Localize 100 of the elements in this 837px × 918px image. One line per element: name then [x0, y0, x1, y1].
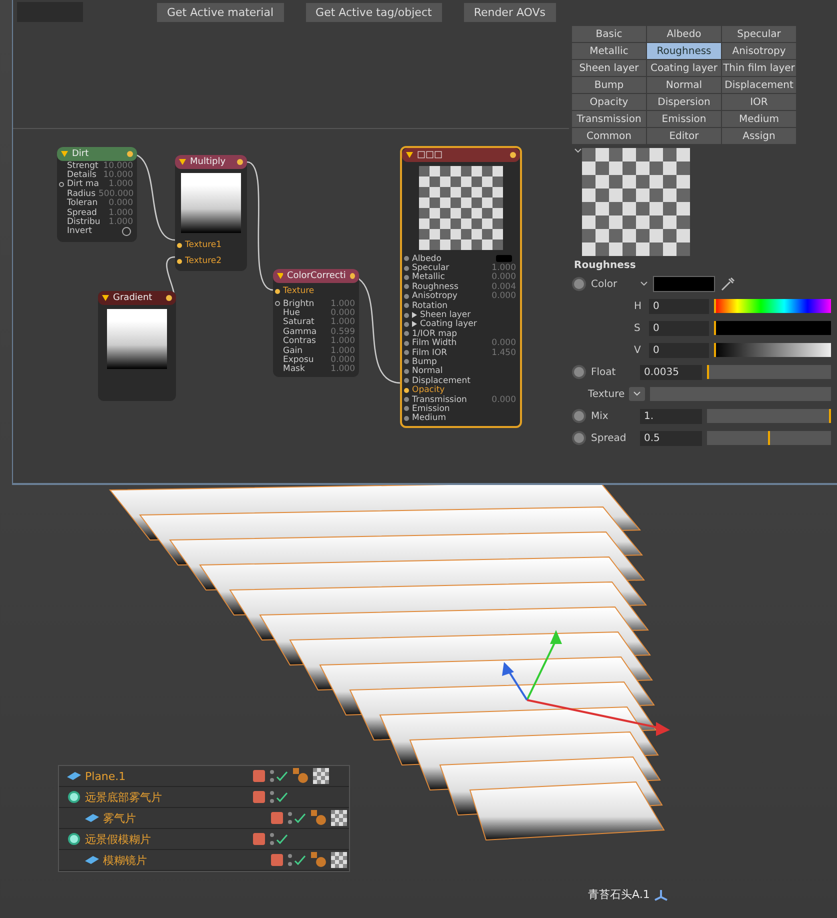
caret-icon[interactable]	[574, 148, 582, 154]
input-socket[interactable]	[275, 288, 280, 294]
channel-tab[interactable]: IOR	[722, 94, 796, 110]
channel-slider[interactable]	[714, 321, 831, 335]
node-header[interactable]: □□□	[402, 148, 520, 162]
visibility-check-icon[interactable]	[269, 832, 289, 846]
texture-tag-icon[interactable]	[331, 852, 347, 868]
caret-icon[interactable]	[640, 281, 648, 287]
output-socket[interactable]	[510, 152, 516, 158]
node-card[interactable]: Gradient	[98, 291, 176, 401]
property-dot-icon[interactable]	[572, 277, 586, 291]
node-header[interactable]: Multiply	[175, 155, 247, 169]
material-tag-icon[interactable]	[311, 810, 327, 826]
invert-toggle[interactable]	[122, 226, 131, 236]
node-card[interactable]: Multiply Texture1 Texture2	[175, 155, 247, 271]
parameter-value: 1.000	[108, 217, 134, 228]
layer-swatch	[253, 833, 265, 845]
eyedropper-icon[interactable]	[720, 276, 736, 292]
collapse-triangle-icon[interactable]	[102, 295, 109, 301]
parameter-value: 1.000	[492, 263, 517, 274]
number-field[interactable]: 0	[649, 342, 709, 358]
material-tag-icon[interactable]	[293, 768, 309, 784]
channel-tab[interactable]: Roughness	[647, 43, 721, 59]
channel-tab[interactable]: Bump	[572, 77, 646, 93]
output-socket[interactable]	[350, 273, 355, 279]
node-title: ColorCorrecti	[287, 271, 346, 281]
dropdown-caret-icon[interactable]	[629, 387, 645, 401]
channel-slider[interactable]	[714, 343, 831, 357]
collapse-triangle-icon[interactable]	[277, 273, 283, 279]
input-socket[interactable]	[177, 242, 182, 248]
channel-tab[interactable]: Albedo	[647, 26, 721, 42]
channel-tab[interactable]: Thin film layer	[722, 60, 796, 76]
channel-tab[interactable]: Coating layer	[647, 60, 721, 76]
value-slider[interactable]	[707, 409, 831, 423]
visibility-check-icon[interactable]	[269, 769, 289, 783]
node-card[interactable]	[400, 146, 522, 428]
channel-tab[interactable]: Metallic	[572, 43, 646, 59]
toolbar-button[interactable]: Get Active tag/object	[306, 2, 442, 22]
channel-tab[interactable]: Emission	[647, 111, 721, 127]
parameter-value: 0.000	[492, 394, 517, 405]
input-socket[interactable]	[59, 182, 64, 187]
channel-tab[interactable]: Assign	[722, 128, 796, 144]
channel-slider[interactable]	[714, 299, 831, 313]
object-name[interactable]: 雾气片	[103, 810, 136, 826]
channel-label: V	[634, 344, 642, 356]
layer-swatch	[271, 812, 283, 824]
object-name[interactable]: 模糊镜片	[103, 852, 147, 868]
input-socket[interactable]	[275, 301, 280, 306]
number-field[interactable]: 0.0035	[640, 364, 702, 380]
node-header[interactable]: ColorCorrecti	[273, 269, 359, 283]
property-dot-icon[interactable]	[572, 409, 586, 423]
channel-tab[interactable]: Common	[572, 128, 646, 144]
channel-tab[interactable]: Medium	[722, 111, 796, 127]
parameter-label: Roughness	[412, 282, 460, 292]
collapse-triangle-icon[interactable]	[406, 152, 413, 158]
output-socket[interactable]	[237, 159, 243, 165]
property-dot-icon[interactable]	[572, 431, 586, 445]
node-card[interactable]: ColorCorrecti Texture Brightn 1.000 Hue 0.000 Saturat 1.000 Gamma 0.599 Contras 1.000 Gain 1.000 Exposu 0.000 Mask 1.000	[273, 269, 359, 377]
channel-tab[interactable]: Opacity	[572, 94, 646, 110]
node-header[interactable]: Gradient	[98, 291, 176, 305]
input-socket[interactable]	[404, 388, 409, 393]
color-swatch[interactable]	[653, 276, 715, 292]
texture-tag-icon[interactable]	[313, 768, 329, 784]
visibility-check-icon[interactable]	[287, 811, 307, 825]
toolbar-button[interactable]: Get Active material	[157, 2, 284, 22]
value-slider[interactable]	[707, 431, 831, 445]
node-title: Multiply	[190, 157, 227, 167]
number-field[interactable]: 1.	[640, 408, 702, 424]
channel-tab[interactable]: Editor	[647, 128, 721, 144]
collapse-triangle-icon[interactable]	[179, 159, 186, 165]
preview-thumbnail	[107, 309, 167, 369]
node-card[interactable]: Dirt Strengt 10.000 Details 10.000 Dirt ma 1.000 Radius 500.000 Toleran 0.000 Spread 1.000 Distribu 1.000 Invert	[57, 147, 137, 242]
object-name[interactable]: Plane.1	[85, 770, 126, 782]
color-swatch[interactable]	[496, 255, 512, 262]
channel-tab[interactable]: Normal	[647, 77, 721, 93]
property-dot-icon[interactable]	[572, 365, 586, 379]
channel-tab[interactable]: Basic	[572, 26, 646, 42]
parameter-label: Radius	[67, 188, 96, 199]
toolbar-button[interactable]: Render AOVs	[464, 2, 556, 22]
texture-field[interactable]	[650, 387, 831, 401]
object-name[interactable]: 远景底部雾气片	[85, 790, 162, 804]
object-name[interactable]: 远景假模糊片	[85, 832, 151, 846]
input-socket[interactable]	[177, 258, 182, 264]
texture-tag-icon[interactable]	[331, 810, 347, 826]
value-slider[interactable]	[707, 365, 831, 379]
parameter-label: Invert	[67, 226, 93, 236]
channel-tab[interactable]: Displacement	[722, 77, 796, 93]
number-field[interactable]: 0	[649, 298, 709, 314]
number-field[interactable]: 0	[649, 320, 709, 336]
visibility-check-icon[interactable]	[269, 790, 289, 804]
visibility-check-icon[interactable]	[287, 853, 307, 867]
parameter-value: 1.000	[108, 179, 134, 190]
number-field[interactable]: 0.5	[640, 430, 702, 446]
material-tag-icon[interactable]	[311, 852, 327, 868]
channel-tab[interactable]: Transmission	[572, 111, 646, 127]
channel-tab[interactable]: Sheen layer	[572, 60, 646, 76]
channel-tab[interactable]: Anisotropy	[722, 43, 796, 59]
channel-tab[interactable]: Specular	[722, 26, 796, 42]
channel-tab[interactable]: Dispersion	[647, 94, 721, 110]
output-socket[interactable]	[166, 295, 172, 301]
